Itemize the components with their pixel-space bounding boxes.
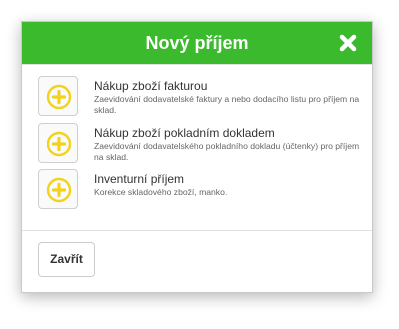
close-icon[interactable] <box>338 33 358 53</box>
footer-divider <box>22 230 372 231</box>
new-receipt-dialog: Nový příjem Nákup zboží fakturou Zaevido… <box>21 21 373 293</box>
plus-circle-icon <box>46 177 72 203</box>
close-button[interactable]: Zavřít <box>38 242 95 277</box>
add-purchase-cash-receipt-button[interactable] <box>38 123 78 163</box>
dialog-title: Nový příjem <box>145 33 249 53</box>
dialog-header: Nový příjem <box>22 22 372 64</box>
option-description: Zaevidování dodavatelské faktury a nebo … <box>94 94 360 115</box>
option-text: Nákup zboží pokladním dokladem Zaevidová… <box>94 126 364 163</box>
option-purchase-cash-receipt: Nákup zboží pokladním dokladem Zaevidová… <box>36 123 366 167</box>
option-text: Nákup zboží fakturou Zaevidování dodavat… <box>94 79 364 116</box>
add-inventory-receipt-button[interactable] <box>38 169 78 209</box>
plus-circle-icon <box>46 131 72 157</box>
option-description: Korekce skladového zboží, manko. <box>94 187 228 197</box>
header-divider <box>22 64 372 65</box>
plus-circle-icon <box>46 84 72 110</box>
add-purchase-invoice-button[interactable] <box>38 76 78 116</box>
option-title: Inventurní příjem <box>94 172 185 186</box>
option-title: Nákup zboží fakturou <box>94 79 208 93</box>
option-purchase-invoice: Nákup zboží fakturou Zaevidování dodavat… <box>36 76 366 120</box>
option-inventory-receipt: Inventurní příjem Korekce skladového zbo… <box>36 169 366 213</box>
option-description: Zaevidování dodavatelského pokladního do… <box>94 141 360 162</box>
option-text: Inventurní příjem Korekce skladového zbo… <box>94 172 364 198</box>
option-title: Nákup zboží pokladním dokladem <box>94 126 275 140</box>
